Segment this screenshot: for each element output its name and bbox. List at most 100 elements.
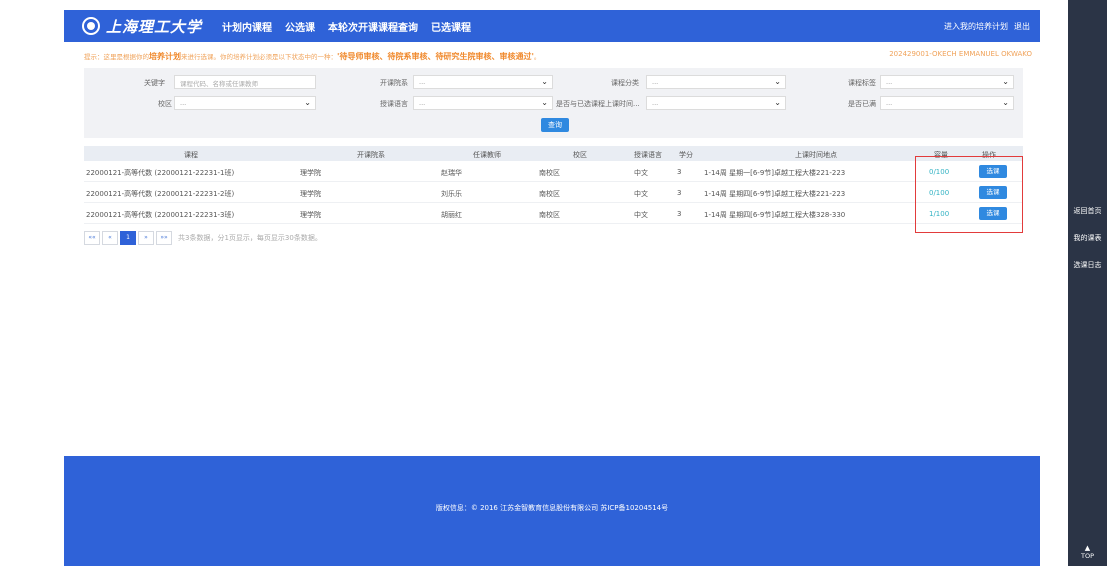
course-dept: 理学院 — [300, 190, 321, 198]
pagination: «« « 1 » »» 共3条数据，分1页显示，每页显示30条数据。 — [84, 230, 322, 245]
course-name: 22000121-高等代数 (22000121-22231-2班) — [86, 190, 235, 198]
col-course: 课程 — [184, 151, 198, 159]
notice-suffix: 。 — [533, 53, 541, 61]
campus-label: 校区 — [158, 100, 172, 108]
chevron-down-icon: ⌄ — [774, 77, 781, 86]
table-row: 22000121-高等代数 (22000121-22231-1班) 理学院 赵瑞… — [84, 161, 1023, 182]
first-page-button[interactable]: «« — [84, 230, 100, 245]
tag-label: 课程标签 — [848, 79, 876, 87]
table-header: 课程 开课院系 任课教师 校区 授课语言 学分 上课时间地点 容量 操作 — [84, 146, 1023, 161]
notice-middle: 来进行选课。你的培养计划必须是以下状态中的一种： — [181, 53, 337, 61]
chevron-down-icon: ⌄ — [541, 98, 548, 107]
back-to-top-button[interactable]: ▲ TOP — [1068, 544, 1107, 561]
right-sidebar: 返回首页 我的课表 选课日志 ▲ TOP — [1068, 0, 1107, 566]
chevron-down-icon: ⌄ — [541, 77, 548, 86]
course-language: 中文 — [634, 190, 648, 198]
col-language: 授课语言 — [634, 151, 662, 159]
school-seal-icon — [82, 17, 100, 35]
campus-value: ... — [180, 99, 187, 107]
table-row: 22000121-高等代数 (22000121-22231-3班) 理学院 胡丽… — [84, 203, 1023, 224]
category-label: 课程分类 — [611, 79, 639, 87]
course-dept: 理学院 — [300, 211, 321, 219]
category-value: ... — [652, 78, 659, 86]
course-credit: 3 — [677, 168, 682, 176]
col-campus: 校区 — [573, 151, 587, 159]
course-credit: 3 — [677, 189, 682, 197]
chevron-down-icon: ⌄ — [304, 98, 311, 107]
col-dept: 开课院系 — [357, 151, 385, 159]
course-dept: 理学院 — [300, 169, 321, 177]
sidebar-timetable-link[interactable]: 我的课表 — [1068, 234, 1107, 242]
next-page-button[interactable]: » — [138, 230, 154, 245]
tab-planned-courses[interactable]: 计划内课程 — [222, 19, 272, 34]
main-nav: 计划内课程 公选课 本轮次开课课程查询 已选课程 — [222, 10, 484, 42]
keyword-placeholder: 课程代码、名称或任课教师 — [180, 80, 258, 88]
my-training-plan-link[interactable]: 进入我的培养计划 — [944, 21, 1008, 32]
chevron-down-icon: ⌄ — [1002, 77, 1009, 86]
course-language: 中文 — [634, 211, 648, 219]
col-teacher: 任课教师 — [473, 151, 501, 159]
notice-highlight: 培养计划 — [149, 52, 181, 61]
conflict-label: 是否与已选课程上课时间... — [556, 100, 640, 108]
page-1-button[interactable]: 1 — [120, 230, 136, 245]
top-nav-bar: 上海理工大学 计划内课程 公选课 本轮次开课课程查询 已选课程 进入我的培养计划… — [64, 10, 1040, 42]
sidebar-home-link[interactable]: 返回首页 — [1068, 207, 1107, 215]
chevron-down-icon: ⌄ — [1002, 98, 1009, 107]
student-id: 202429001-OKECH EMMANUEL OKWAKO — [889, 50, 1032, 58]
school-name: 上海理工大学 — [106, 17, 203, 36]
language-value: ... — [419, 99, 426, 107]
full-select[interactable]: ... ⌄ — [880, 96, 1014, 110]
full-value: ... — [886, 99, 893, 107]
course-time: 1-14周 星期四[6-9节]卓越工程大楼221-223 — [704, 190, 846, 198]
main-content: 上海理工大学 计划内课程 公选课 本轮次开课课程查询 已选课程 进入我的培养计划… — [0, 0, 1068, 566]
user-links: 进入我的培养计划 退出 — [938, 10, 1030, 42]
category-select[interactable]: ... ⌄ — [646, 75, 786, 89]
top-label: TOP — [1080, 552, 1094, 560]
school-logo[interactable]: 上海理工大学 — [82, 15, 202, 37]
language-select[interactable]: ... ⌄ — [413, 96, 553, 110]
tab-public-electives[interactable]: 公选课 — [285, 19, 315, 34]
arrow-up-icon: ▲ — [1084, 544, 1091, 552]
tag-select[interactable]: ... ⌄ — [880, 75, 1014, 89]
tab-course-search[interactable]: 本轮次开课课程查询 — [328, 19, 418, 34]
course-language: 中文 — [634, 169, 648, 177]
col-time: 上课时间地点 — [795, 151, 837, 159]
dept-label: 开课院系 — [380, 79, 408, 87]
copyright-text: 版权信息：© 2016 江苏金智教育信息股份有限公司 苏ICP备10204514… — [435, 504, 669, 512]
course-campus: 南校区 — [539, 211, 560, 219]
language-label: 授课语言 — [380, 100, 408, 108]
course-teacher: 赵瑞华 — [441, 169, 462, 177]
conflict-select[interactable]: ... ⌄ — [646, 96, 786, 110]
course-campus: 南校区 — [539, 190, 560, 198]
course-name: 22000121-高等代数 (22000121-22231-1班) — [86, 169, 235, 177]
filter-panel: 关键字 课程代码、名称或任课教师 开课院系 ... ⌄ 课程分类 ... ⌄ 课程标… — [84, 68, 1023, 138]
course-campus: 南校区 — [539, 169, 560, 177]
last-page-button[interactable]: »» — [156, 230, 172, 245]
search-button[interactable]: 查询 — [541, 118, 569, 132]
notice-prefix: 提示：这里是根据你的 — [84, 53, 149, 61]
tab-selected-courses[interactable]: 已选课程 — [431, 19, 471, 34]
course-credit: 3 — [677, 210, 682, 218]
dept-value: ... — [419, 78, 426, 86]
course-time: 1-14周 星期一[6-9节]卓越工程大楼221-223 — [704, 169, 846, 177]
dept-select[interactable]: ... ⌄ — [413, 75, 553, 89]
course-name: 22000121-高等代数 (22000121-22231-3班) — [86, 211, 235, 219]
col-credit: 学分 — [679, 151, 693, 159]
tag-value: ... — [886, 78, 893, 86]
full-label: 是否已满 — [848, 100, 876, 108]
conflict-value: ... — [652, 99, 659, 107]
course-teacher: 刘乐乐 — [441, 190, 462, 198]
course-table: 课程 开课院系 任课教师 校区 授课语言 学分 上课时间地点 容量 操作 220… — [84, 146, 1023, 224]
pagination-info: 共3条数据，分1页显示，每页显示30条数据。 — [178, 233, 322, 242]
course-time: 1-14周 星期四[6-9节]卓越工程大楼328-330 — [704, 211, 846, 219]
chevron-down-icon: ⌄ — [774, 98, 781, 107]
sidebar-log-link[interactable]: 选课日志 — [1068, 261, 1107, 269]
prev-page-button[interactable]: « — [102, 230, 118, 245]
campus-select[interactable]: ... ⌄ — [174, 96, 316, 110]
keyword-input[interactable]: 课程代码、名称或任课教师 — [174, 75, 316, 89]
logout-link[interactable]: 退出 — [1014, 21, 1030, 32]
keyword-label: 关键字 — [144, 79, 165, 87]
highlight-box — [915, 156, 1023, 233]
notice-statuses: '待导师审核、待院系审核、待研究生院审核、审核通过' — [337, 52, 534, 61]
footer: 版权信息：© 2016 江苏金智教育信息股份有限公司 苏ICP备10204514… — [64, 456, 1040, 566]
